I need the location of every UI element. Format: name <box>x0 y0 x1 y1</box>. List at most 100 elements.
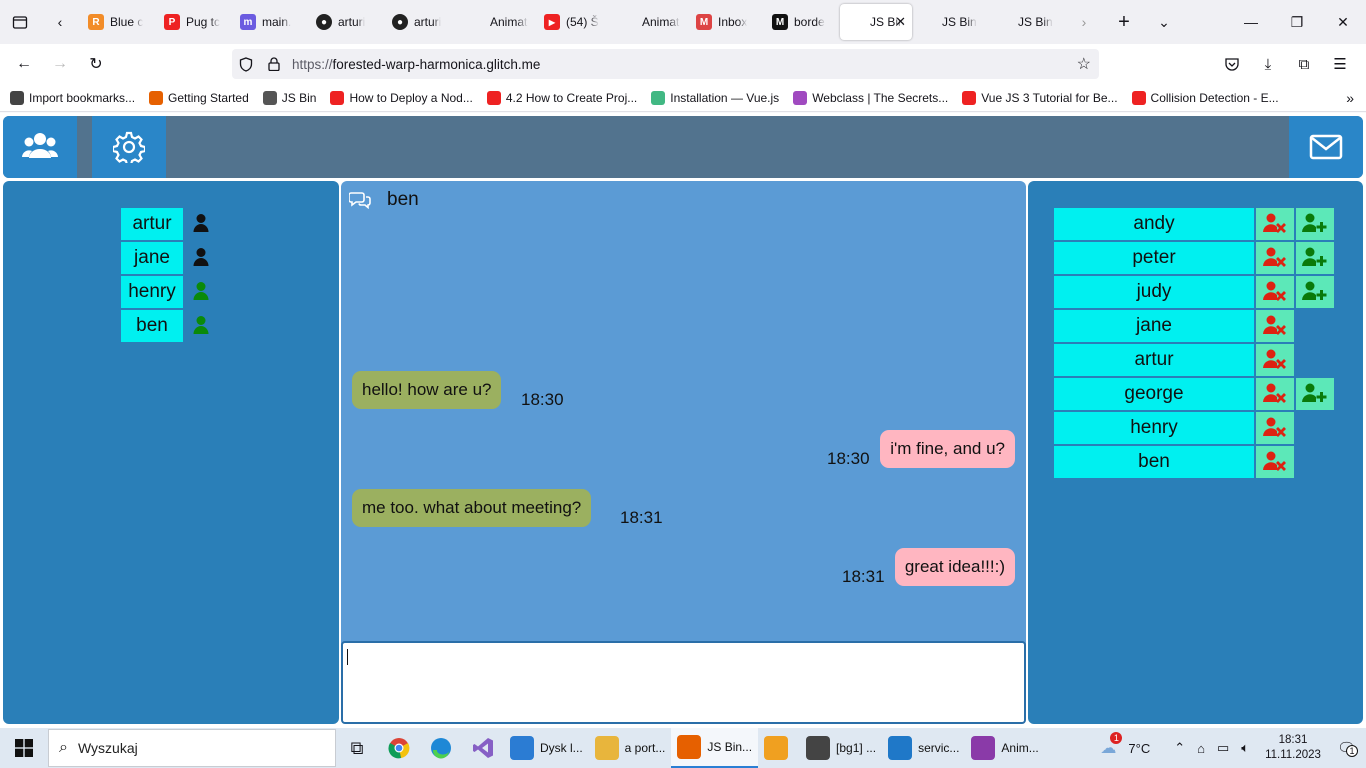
user-name[interactable]: andy <box>1054 208 1254 240</box>
notification-icon[interactable]: 🗨︎1 <box>1337 739 1358 757</box>
weather-temp[interactable]: 7°C <box>1128 741 1150 756</box>
tab-9[interactable]: Mborde <box>764 4 840 40</box>
tab-close-icon[interactable]: ✕ <box>895 14 906 30</box>
users-button[interactable] <box>3 116 77 178</box>
remove-user-button[interactable] <box>1256 276 1294 308</box>
remove-user-button[interactable] <box>1256 378 1294 410</box>
taskbar-app[interactable]: a port... <box>589 728 672 768</box>
bookmark-item[interactable]: 4.2 How to Create Proj... <box>486 90 637 105</box>
add-user-button[interactable] <box>1296 208 1334 240</box>
list-all-tabs-icon[interactable]: ⌄ <box>1144 0 1184 44</box>
contact-item[interactable]: artur <box>121 208 211 240</box>
contact-item[interactable]: jane <box>121 242 211 274</box>
edge-icon[interactable] <box>420 728 462 768</box>
downloads-icon[interactable]: ⤓ <box>1250 48 1286 80</box>
user-name[interactable]: henry <box>1054 412 1254 444</box>
clock[interactable]: 18:31 11.11.2023 <box>1265 733 1321 763</box>
lock-icon[interactable] <box>260 57 288 71</box>
minimize-icon[interactable]: — <box>1228 0 1274 44</box>
tab-1[interactable]: P Pug tc <box>156 4 232 40</box>
tab-0[interactable]: R Blue c <box>80 4 156 40</box>
add-user-button[interactable] <box>1296 276 1334 308</box>
contact-name[interactable]: henry <box>121 276 183 308</box>
taskbar-app[interactable]: Dysk l... <box>504 728 589 768</box>
more-bookmarks-icon[interactable]: » <box>1346 90 1354 106</box>
messages-button[interactable] <box>1289 116 1363 178</box>
remove-user-button[interactable] <box>1256 412 1294 444</box>
add-user-button[interactable] <box>1296 378 1334 410</box>
tab-favicon-icon: M <box>696 14 712 30</box>
tray-chevron-icon[interactable]: ⌃ <box>1174 740 1185 756</box>
bookmark-item[interactable]: Collision Detection - E... <box>1131 90 1279 105</box>
contact-name[interactable]: jane <box>121 242 183 274</box>
close-window-icon[interactable]: ✕ <box>1320 0 1366 44</box>
message-time: 18:30 <box>827 449 870 468</box>
tab-12[interactable]: JS Bin <box>988 4 1064 40</box>
bookmark-star-icon[interactable]: ☆ <box>1077 54 1091 74</box>
message-input[interactable] <box>341 641 1026 724</box>
remove-user-button[interactable] <box>1256 344 1294 376</box>
remove-user-button[interactable] <box>1256 208 1294 240</box>
scroll-tabs-right-icon[interactable]: › <box>1064 0 1104 44</box>
tab-6[interactable]: ▶ (54) Š <box>536 4 612 40</box>
remove-user-button[interactable] <box>1256 242 1294 274</box>
tab-2[interactable]: m main. <box>232 4 308 40</box>
taskbar-app[interactable]: servic... <box>882 728 965 768</box>
user-name[interactable]: artur <box>1054 344 1254 376</box>
start-button[interactable] <box>0 728 48 768</box>
bookmark-item[interactable]: Getting Started <box>149 90 249 105</box>
bookmark-item[interactable]: How to Deploy a Nod... <box>330 90 473 105</box>
url-bar[interactable]: https://forested-warp-harmonica.glitch.m… <box>232 49 1099 79</box>
user-name[interactable]: george <box>1054 378 1254 410</box>
reload-icon[interactable]: ↻ <box>78 48 114 80</box>
bookmark-item[interactable]: Import bookmarks... <box>10 90 135 105</box>
tab-7[interactable]: Animated <box>612 4 688 40</box>
contact-name[interactable]: ben <box>121 310 183 342</box>
taskbar-app[interactable]: [bg1] ... <box>800 728 882 768</box>
tab-8[interactable]: M Inbox <box>688 4 764 40</box>
taskbar-search[interactable]: ⌕ Wyszukaj <box>48 729 336 767</box>
scroll-tabs-left-icon[interactable]: ‹ <box>40 0 80 44</box>
tracking-protection-icon[interactable] <box>232 56 260 72</box>
back-icon[interactable]: ← <box>6 48 42 80</box>
taskbar-app[interactable] <box>758 728 800 768</box>
remove-user-button[interactable] <box>1256 446 1294 478</box>
settings-button[interactable] <box>92 116 166 178</box>
visual-studio-icon[interactable] <box>462 728 504 768</box>
remove-user-button[interactable] <box>1256 310 1294 342</box>
user-name[interactable]: judy <box>1054 276 1254 308</box>
battery-icon[interactable]: ▭ <box>1217 740 1229 756</box>
user-name[interactable]: peter <box>1054 242 1254 274</box>
tab-10[interactable]: JS Bin ✕ <box>840 4 912 40</box>
volume-icon[interactable]: 🔈︎ <box>1241 740 1249 756</box>
bookmark-item[interactable]: JS Bin <box>262 90 316 105</box>
task-view-icon[interactable]: ⧉ <box>336 728 378 768</box>
bookmark-item[interactable]: Vue JS 3 Tutorial for Be... <box>962 90 1118 105</box>
add-user-button[interactable] <box>1296 242 1334 274</box>
tab-3[interactable]: ● arturi <box>308 4 384 40</box>
user-name[interactable]: ben <box>1054 446 1254 478</box>
new-tab-icon[interactable]: + <box>1104 0 1144 44</box>
user-name[interactable]: jane <box>1054 310 1254 342</box>
tab-overview-icon[interactable] <box>0 0 40 44</box>
extensions-icon[interactable]: ⧉ <box>1286 48 1322 80</box>
contact-name[interactable]: artur <box>121 208 183 240</box>
notification-count: 1 <box>1345 745 1358 757</box>
taskbar-app[interactable]: JS Bin... <box>671 728 759 768</box>
weather-icon[interactable]: ☁ 1 <box>1100 732 1123 758</box>
chrome-icon[interactable] <box>378 728 420 768</box>
bookmark-item[interactable]: Webclass | The Secrets... <box>793 90 948 105</box>
tab-5[interactable]: Animated <box>460 4 536 40</box>
contact-item[interactable]: henry <box>121 276 211 308</box>
pocket-icon[interactable] <box>1214 48 1250 80</box>
tab-11[interactable]: JS Bin <box>912 4 988 40</box>
forward-icon[interactable]: → <box>42 48 78 80</box>
taskbar-app[interactable]: Anim... <box>965 728 1044 768</box>
network-icon[interactable]: ⌂ <box>1197 741 1205 756</box>
restore-icon[interactable]: ❐ <box>1274 0 1320 44</box>
tab-4[interactable]: ● arturi <box>384 4 460 40</box>
menu-icon[interactable]: ☰ <box>1322 48 1358 80</box>
bookmark-icon <box>10 90 24 105</box>
bookmark-item[interactable]: Installation — Vue.js <box>651 90 779 105</box>
contact-item[interactable]: ben <box>121 310 211 342</box>
